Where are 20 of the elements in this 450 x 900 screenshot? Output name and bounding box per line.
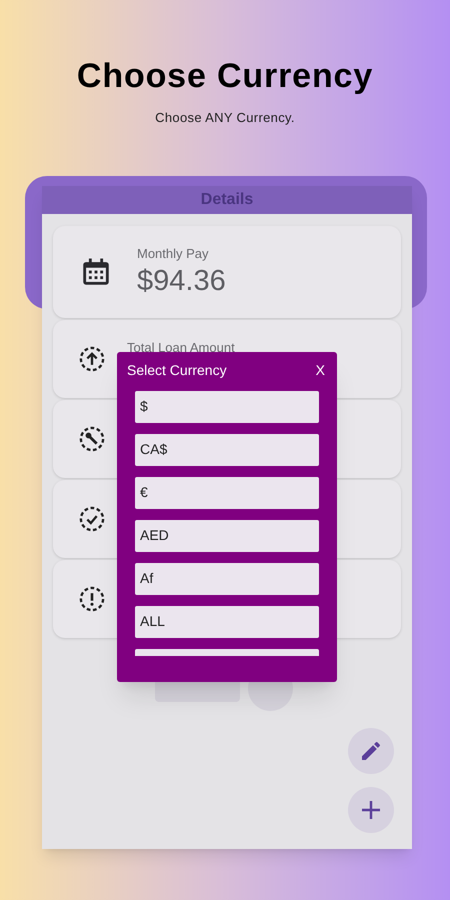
- currency-option[interactable]: Af: [135, 562, 319, 594]
- card-label: Monthly Pay: [137, 244, 210, 263]
- card-value: $94.36: [137, 264, 226, 300]
- dashed-check-icon: [78, 504, 106, 532]
- card-label: Total Loan Amount: [127, 338, 235, 356]
- details-title: Details: [200, 190, 254, 210]
- edit-button[interactable]: [348, 728, 394, 774]
- currency-option[interactable]: $: [135, 390, 319, 422]
- close-button[interactable]: X: [314, 360, 327, 381]
- currency-option[interactable]: AED: [135, 520, 319, 552]
- dashed-exclamation-icon: [78, 584, 106, 612]
- dialog-title: Select Currency: [127, 361, 227, 380]
- page-subtitle: Choose ANY Currency.: [155, 109, 295, 127]
- add-button[interactable]: [348, 786, 394, 832]
- currency-option[interactable]: ALL: [135, 606, 319, 638]
- plus-icon: [360, 798, 382, 820]
- currency-option[interactable]: CA$: [135, 434, 319, 466]
- dashed-wrench-icon: [78, 424, 106, 452]
- currency-option[interactable]: €: [135, 476, 319, 508]
- page-title: Choose Currency: [76, 56, 374, 96]
